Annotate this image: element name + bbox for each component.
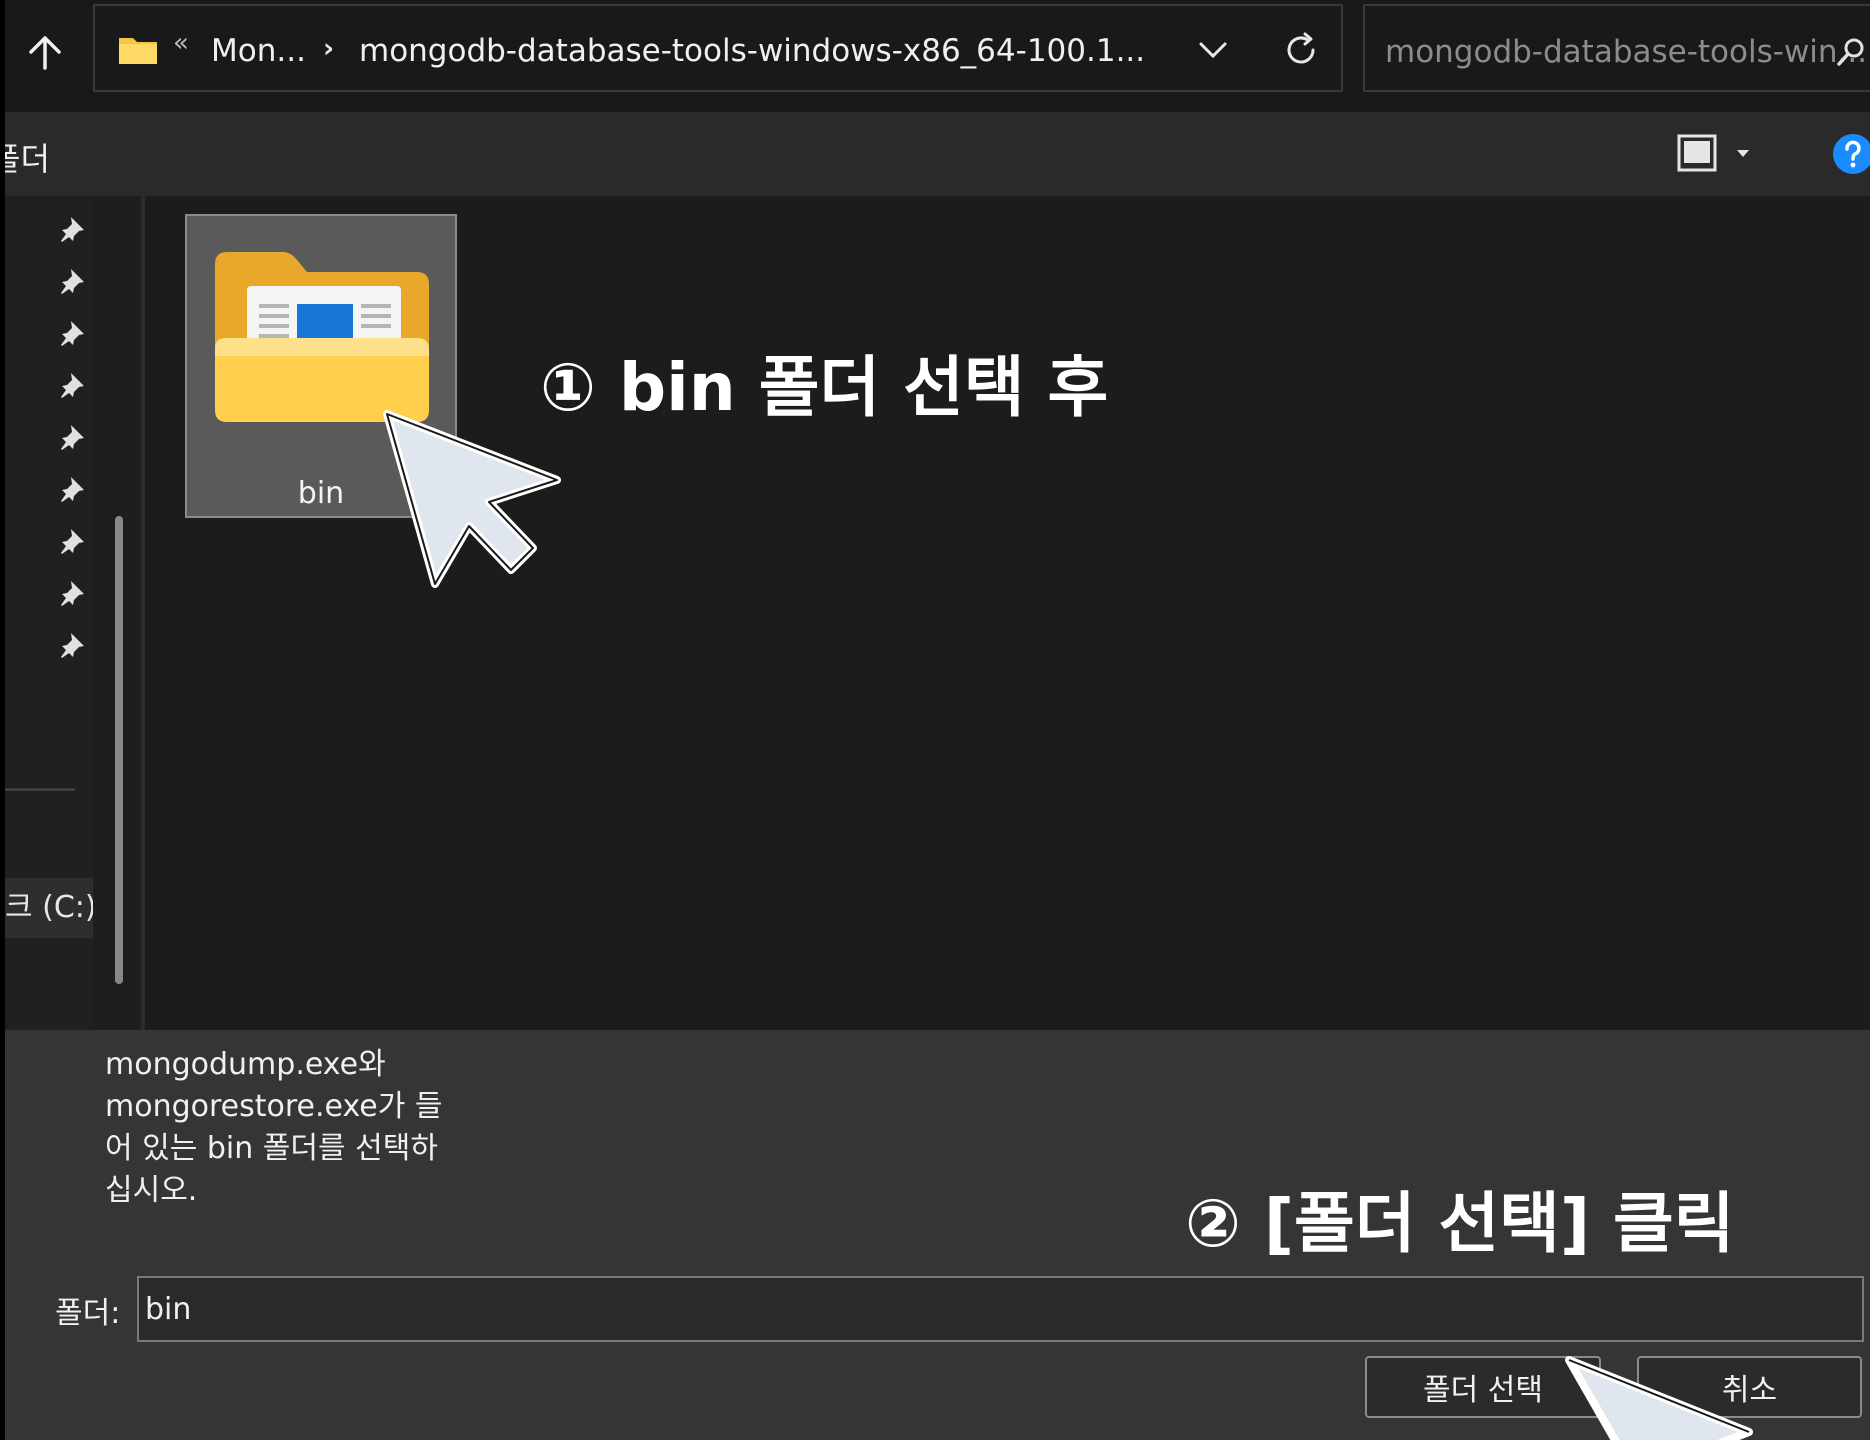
search-placeholder[interactable]: mongodb-database-tools-win...: [1385, 34, 1867, 70]
pin-icon[interactable]: [57, 266, 87, 296]
pin-icon[interactable]: [57, 474, 87, 504]
breadcrumb-current[interactable]: mongodb-database-tools-windows-x86_64-10…: [359, 33, 1145, 69]
pin-icon[interactable]: [57, 526, 87, 556]
folder-field-label: 폴더:: [55, 1296, 121, 1331]
view-options-icon[interactable]: [1671, 130, 1761, 178]
pin-icon[interactable]: [57, 578, 87, 608]
nav-divider: [5, 788, 75, 791]
folder-icon: [215, 252, 429, 422]
arrow-up-icon: [29, 36, 61, 70]
breadcrumb-separator[interactable]: ›: [323, 33, 334, 64]
address-row: « Mon... › mongodb-database-tools-window…: [5, 0, 1870, 112]
help-icon[interactable]: [1831, 132, 1870, 176]
pin-icon[interactable]: [57, 370, 87, 400]
cursor-arrow-icon: [1565, 1356, 1753, 1440]
step2-annotation: ② [폴더 선택] 클릭: [1185, 1185, 1735, 1262]
folder-icon: [119, 38, 157, 64]
nav-item-local-disk-c[interactable]: 크 (C:): [5, 878, 93, 938]
toolbar: 폴더: [5, 112, 1870, 196]
nav-scrollbar[interactable]: [115, 516, 123, 984]
overflow-chevron[interactable]: «: [173, 28, 189, 58]
step1-annotation: ① bin 폴더 선택 후: [540, 349, 1109, 426]
pin-icon[interactable]: [57, 630, 87, 660]
quick-access-list: 크 (C:): [5, 196, 93, 1030]
folder-name-input[interactable]: [137, 1276, 1864, 1342]
chevron-down-icon[interactable]: [1195, 32, 1231, 68]
file-list: bin ① bin 폴더 선택 후: [145, 196, 1870, 1030]
pin-icon[interactable]: [57, 422, 87, 452]
pin-icon[interactable]: [57, 214, 87, 244]
pin-icon[interactable]: [57, 318, 87, 348]
cursor-arrow-icon: [383, 410, 561, 588]
search-icon[interactable]: [1835, 36, 1867, 68]
instruction-text: mongodump.exe와 mongorestore.exe가 들어 있는 b…: [105, 1047, 443, 1208]
navigation-pane: 크 (C:): [5, 196, 145, 1030]
up-button[interactable]: [19, 26, 71, 78]
search-box[interactable]: mongodb-database-tools-win...: [1363, 4, 1870, 92]
refresh-icon[interactable]: [1281, 30, 1321, 70]
folder-picker-dialog: « Mon... › mongodb-database-tools-window…: [5, 0, 1870, 1440]
new-folder-button[interactable]: 폴더: [5, 134, 50, 180]
address-bar[interactable]: « Mon... › mongodb-database-tools-window…: [93, 4, 1343, 92]
breadcrumb-parent[interactable]: Mon...: [211, 33, 306, 69]
